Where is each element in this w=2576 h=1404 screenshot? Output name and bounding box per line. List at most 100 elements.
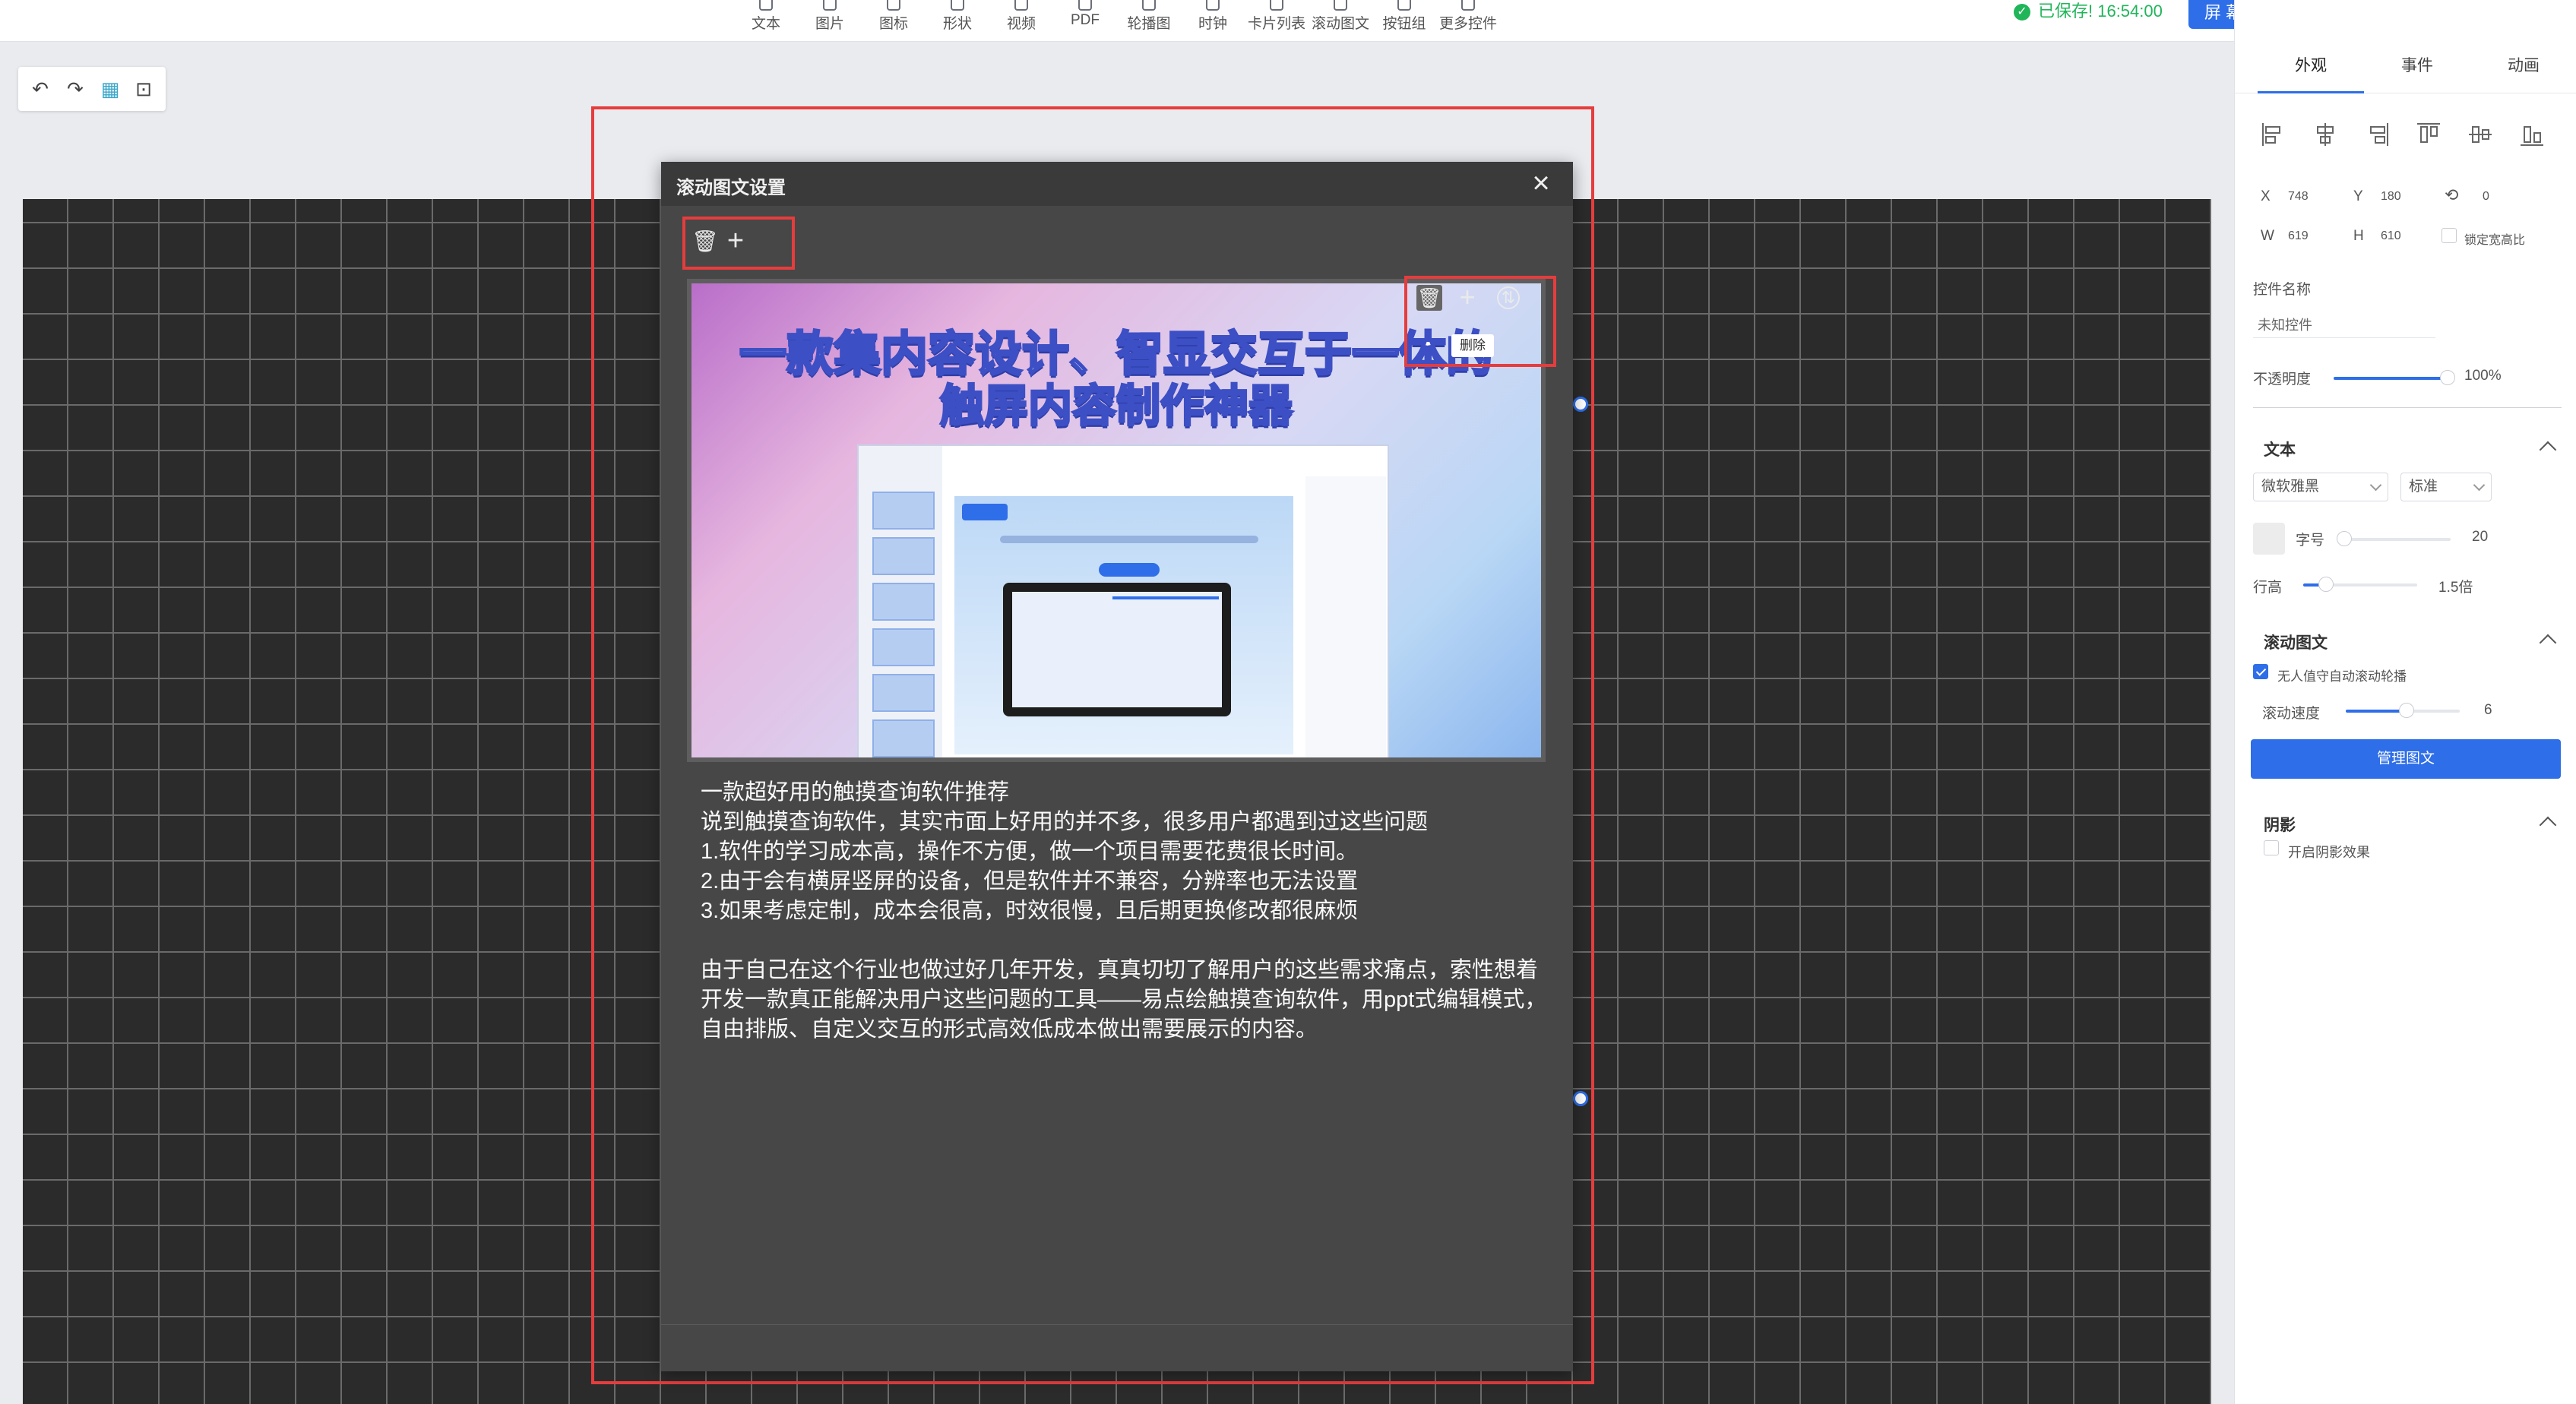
toolbar-video-label: 视频 bbox=[1006, 16, 1036, 32]
font-color-swatch[interactable] bbox=[2253, 523, 2285, 555]
fit-icon[interactable]: ⊡ bbox=[132, 77, 155, 100]
scroll-text-settings-dialog: 滚动图文设置 × 🗑 + 一款集内容设计、智显交互于一体的 触屏内容制作神器 🗑… bbox=[661, 162, 1573, 1371]
scroll-section-title: 滚动图文 bbox=[2264, 634, 2328, 652]
opacity-slider[interactable] bbox=[2334, 370, 2455, 385]
icon-icon bbox=[887, 0, 900, 11]
font-family-select[interactable]: 微软雅黑 bbox=[2253, 473, 2388, 501]
font-weight-select[interactable]: 标准 bbox=[2400, 473, 2492, 501]
card-list-icon bbox=[1270, 0, 1283, 11]
auto-scroll-checkbox[interactable] bbox=[2253, 664, 2268, 679]
slide-subheadline: 触屏内容制作神器 bbox=[938, 381, 1293, 432]
toolbar-text[interactable]: 文本 bbox=[736, 0, 796, 41]
shadow-section-title: 阴影 bbox=[2264, 817, 2296, 834]
shadow-checkbox[interactable] bbox=[2264, 840, 2279, 855]
item-add-icon[interactable]: + bbox=[1454, 283, 1480, 311]
font-size-value: 20 bbox=[2472, 529, 2489, 545]
toolbar-pdf[interactable]: PDF bbox=[1055, 0, 1116, 41]
toolbar-card-list-label: 卡片列表 bbox=[1247, 16, 1305, 32]
speed-slider[interactable] bbox=[2346, 703, 2460, 718]
pdf-icon bbox=[1078, 0, 1092, 11]
x-input[interactable]: 748 bbox=[2288, 190, 2309, 204]
align-center-v-icon[interactable] bbox=[2469, 122, 2492, 147]
speed-slider-knob[interactable] bbox=[2399, 703, 2414, 718]
toolbar-image-label: 图片 bbox=[815, 16, 844, 32]
toolbar-scroll-text[interactable]: 滚动图文 bbox=[1310, 0, 1371, 41]
font-size-slider-knob[interactable] bbox=[2337, 531, 2352, 546]
line-height-value: 1.5倍 bbox=[2438, 580, 2473, 596]
toolbar-icon-label: 图标 bbox=[878, 16, 908, 32]
control-name-input[interactable]: 未知控件 bbox=[2258, 315, 2312, 334]
resize-handle-bottom[interactable] bbox=[1573, 1091, 1588, 1106]
opacity-label: 不透明度 bbox=[2253, 372, 2312, 387]
trash-icon[interactable]: 🗑 bbox=[691, 229, 719, 256]
align-right-icon[interactable] bbox=[2366, 122, 2388, 147]
toolbar-button-group[interactable]: 按钮组 bbox=[1374, 0, 1435, 41]
top-toolbar: 文本 图片 图标 形状 视频 PDF 轮播图 时钟 卡片列表 滚动图文 按钮组 … bbox=[0, 0, 2553, 42]
toolbar-carousel-label: 轮播图 bbox=[1127, 16, 1171, 32]
toolbar-button-group-label: 按钮组 bbox=[1382, 16, 1426, 32]
text-icon bbox=[759, 0, 773, 11]
lock-ratio-checkbox[interactable] bbox=[2442, 228, 2457, 243]
toolbar-pdf-label: PDF bbox=[1071, 12, 1100, 28]
resize-handle-top[interactable] bbox=[1573, 397, 1588, 412]
align-center-h-icon[interactable] bbox=[2314, 122, 2337, 147]
toolbar-more-label: 更多控件 bbox=[1438, 16, 1497, 32]
chevron-up-icon[interactable] bbox=[2539, 816, 2557, 834]
properties-panel: 外观 事件 动画 X 748 Y 180 ⟲ 0 W 619 H 610 锁定宽… bbox=[2234, 0, 2576, 1404]
w-label: W bbox=[2261, 228, 2274, 244]
align-top-icon[interactable] bbox=[2417, 122, 2440, 147]
y-input[interactable]: 180 bbox=[2381, 190, 2401, 204]
saved-status: ✓ 已保存! 16:54:00 bbox=[2014, 0, 2163, 23]
dialog-header: 滚动图文设置 × bbox=[661, 162, 1573, 206]
speed-value: 6 bbox=[2484, 702, 2492, 718]
clock-icon bbox=[1206, 0, 1220, 11]
toolbar-carousel[interactable]: 轮播图 bbox=[1119, 0, 1179, 41]
toolbar-card-list[interactable]: 卡片列表 bbox=[1246, 0, 1307, 41]
toolbar-shape[interactable]: 形状 bbox=[927, 0, 988, 41]
align-left-icon[interactable] bbox=[2262, 122, 2285, 147]
active-tab-indicator bbox=[2258, 91, 2364, 93]
font-size-slider[interactable] bbox=[2337, 531, 2451, 546]
toolbar-video[interactable]: 视频 bbox=[991, 0, 1052, 41]
w-input[interactable]: 619 bbox=[2288, 229, 2309, 243]
x-label: X bbox=[2261, 188, 2271, 204]
line-height-slider-knob[interactable] bbox=[2318, 577, 2334, 592]
toolbar-more[interactable]: 更多控件 bbox=[1438, 0, 1498, 41]
chevron-up-icon[interactable] bbox=[2539, 441, 2557, 459]
add-icon[interactable]: + bbox=[722, 226, 749, 256]
slide-description[interactable]: 一款超好用的触摸查询软件推荐 说到触摸查询软件，其实市面上好用的并不多，很多用户… bbox=[701, 778, 1559, 1045]
tab-appearance[interactable]: 外观 bbox=[2258, 53, 2364, 76]
dialog-footer bbox=[661, 1324, 1573, 1372]
toolbar-clock-label: 时钟 bbox=[1198, 16, 1227, 32]
rotation-input[interactable]: 0 bbox=[2483, 190, 2489, 204]
grid-icon[interactable]: ▦ bbox=[99, 77, 122, 100]
toolbar-clock[interactable]: 时钟 bbox=[1182, 0, 1243, 41]
shadow-label: 开启阴影效果 bbox=[2288, 845, 2370, 860]
item-replace-icon[interactable]: ⇅ bbox=[1497, 286, 1520, 309]
line-height-slider[interactable] bbox=[2303, 577, 2417, 592]
opacity-slider-knob[interactable] bbox=[2440, 370, 2455, 385]
redo-icon[interactable]: ↷ bbox=[64, 77, 87, 100]
history-toolbar: ↶ ↷ ▦ ⊡ bbox=[18, 67, 166, 111]
speed-label: 滚动速度 bbox=[2262, 706, 2321, 722]
manage-items-button[interactable]: 管理图文 bbox=[2251, 739, 2561, 779]
shape-icon bbox=[951, 0, 964, 11]
button-group-icon bbox=[1397, 0, 1411, 11]
h-input[interactable]: 610 bbox=[2381, 229, 2401, 243]
auto-scroll-label: 无人值守自动滚动轮播 bbox=[2277, 669, 2407, 684]
tab-events[interactable]: 事件 bbox=[2364, 53, 2470, 76]
item-delete-icon[interactable]: 🗑 bbox=[1416, 285, 1442, 311]
font-size-label: 字号 bbox=[2296, 533, 2325, 549]
saved-status-text: 已保存! 16:54:00 bbox=[2038, 2, 2163, 21]
tab-animation[interactable]: 动画 bbox=[2470, 53, 2576, 76]
chevron-up-icon[interactable] bbox=[2539, 634, 2557, 652]
close-icon[interactable]: × bbox=[1526, 168, 1556, 198]
toolbar-image[interactable]: 图片 bbox=[799, 0, 860, 41]
dialog-title: 滚动图文设置 bbox=[676, 178, 786, 198]
undo-icon[interactable]: ↶ bbox=[29, 77, 52, 100]
align-bottom-icon[interactable] bbox=[2521, 122, 2543, 147]
text-section-title: 文本 bbox=[2264, 441, 2296, 459]
toolbar-icon[interactable]: 图标 bbox=[863, 0, 924, 41]
lock-ratio-label: 锁定宽高比 bbox=[2464, 234, 2526, 247]
check-circle-icon: ✓ bbox=[2014, 4, 2030, 21]
